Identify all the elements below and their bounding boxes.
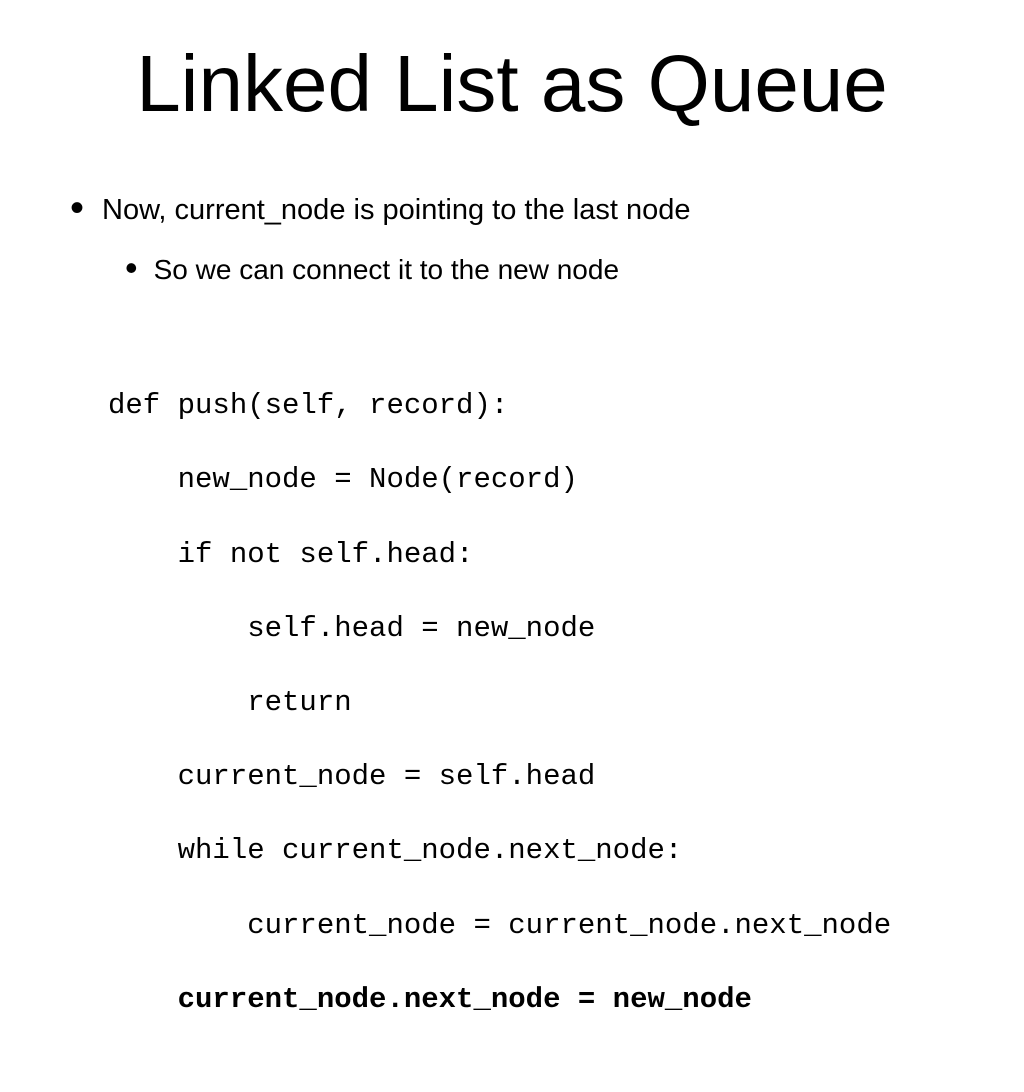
bullet-list: • Now, current_node is pointing to the l… [70, 190, 950, 328]
code-line: new_node = Node(record) [108, 461, 891, 498]
slide-title: Linked List as Queue [0, 38, 1024, 130]
bullet-1-text: Now, current_node is pointing to the las… [102, 194, 690, 227]
code-line: def push(self, record): [108, 387, 891, 424]
bullet-level-2: • So we can connect it to the new node [125, 252, 950, 288]
bullet-level-1: • Now, current_node is pointing to the l… [70, 190, 950, 230]
code-block: def push(self, record): new_node = Node(… [108, 350, 891, 1092]
code-line: return [108, 684, 891, 721]
code-line: current_node = self.head [108, 758, 891, 795]
bullet-2-text: So we can connect it to the new node [154, 254, 619, 286]
code-line: current_node = current_node.next_node [108, 907, 891, 944]
code-line: while current_node.next_node: [108, 832, 891, 869]
code-line: self.head = new_node [108, 610, 891, 647]
slide: Linked List as Queue • Now, current_node… [0, 0, 1024, 768]
code-line-emphasis: current_node.next_node = new_node [108, 981, 891, 1018]
bullet-dot-icon: • [70, 188, 84, 228]
code-line: if not self.head: [108, 536, 891, 573]
bullet-dot-icon: • [125, 250, 138, 286]
